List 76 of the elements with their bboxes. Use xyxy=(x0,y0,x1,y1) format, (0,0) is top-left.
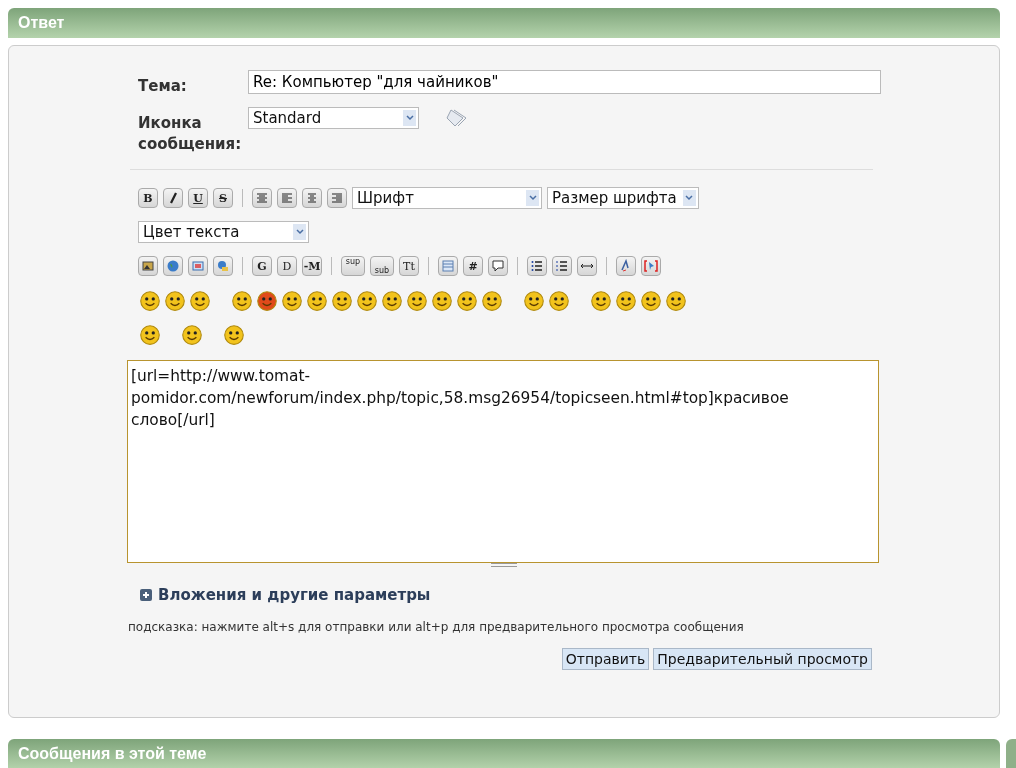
smiley-icon[interactable] xyxy=(405,288,429,312)
globe-icon xyxy=(166,259,180,273)
right-button[interactable] xyxy=(327,188,347,208)
smiley-icon[interactable] xyxy=(522,288,546,312)
olist-button[interactable] xyxy=(552,256,572,276)
smiley-icon[interactable] xyxy=(188,288,212,312)
expand-icon[interactable] xyxy=(140,589,152,601)
smiley-icon[interactable] xyxy=(589,288,613,312)
message-field[interactable]: [url=http://www.tomat-pomidor.com/newforum/index.php/topic,58.msg26954/topicseen.html#top]красивое слово[/url] xyxy=(127,360,879,563)
send-button[interactable]: Отправить xyxy=(561,648,650,670)
font-size-select[interactable]: Размер шрифта xyxy=(547,187,699,209)
diamond-icon xyxy=(445,107,467,129)
table-icon xyxy=(441,259,455,273)
font-select[interactable]: Шрифт xyxy=(352,187,542,209)
section-title: Ответ xyxy=(18,14,65,32)
quote-icon xyxy=(491,259,505,273)
message-icon-label: Иконка сообщения: xyxy=(138,113,243,155)
smiley-icon[interactable] xyxy=(614,288,638,312)
right-icon xyxy=(330,191,344,205)
center-icon xyxy=(305,191,319,205)
subject-field[interactable]: Re: Компьютер "для чайников" xyxy=(248,70,881,94)
format-button[interactable]: -M xyxy=(302,256,322,276)
smiley-icon[interactable] xyxy=(138,288,162,312)
table-button[interactable] xyxy=(438,256,458,276)
message-icon-select[interactable]: Standard xyxy=(248,107,419,129)
smiley-icon[interactable] xyxy=(547,288,571,312)
center-button[interactable] xyxy=(302,188,322,208)
list-button[interactable] xyxy=(527,256,547,276)
smiley-icon[interactable] xyxy=(664,288,688,312)
hr-button[interactable] xyxy=(577,256,597,276)
ftp-button[interactable] xyxy=(213,256,233,276)
smiley-icon[interactable] xyxy=(639,288,663,312)
smiley-icon[interactable] xyxy=(180,322,204,346)
hint-text: подсказка: нажмите alt+s для отправки или alt+p для предварительного просмотра сообщения xyxy=(128,620,745,634)
list-icon xyxy=(530,259,544,273)
format-button[interactable]: B xyxy=(138,188,158,208)
format-button[interactable]: sup xyxy=(341,256,365,276)
italic-button[interactable] xyxy=(163,188,183,208)
left-icon xyxy=(280,191,294,205)
swap-button[interactable] xyxy=(188,256,208,276)
format-button[interactable]: U xyxy=(188,188,208,208)
smiley-icon[interactable] xyxy=(430,288,454,312)
section-header xyxy=(1006,739,1016,768)
smiley-icon[interactable] xyxy=(280,288,304,312)
format-button[interactable]: # xyxy=(463,256,483,276)
attachments-link[interactable]: Вложения и другие параметры xyxy=(158,586,431,604)
smiley-icon[interactable] xyxy=(163,288,187,312)
format-button[interactable]: Tt xyxy=(399,256,419,276)
smiley-icon[interactable] xyxy=(138,322,162,346)
olist-icon xyxy=(555,259,569,273)
format-button[interactable]: sub xyxy=(370,256,394,276)
smiley-icon[interactable] xyxy=(230,288,254,312)
fontface-button[interactable] xyxy=(616,256,636,276)
smiley-icon[interactable] xyxy=(222,322,246,346)
section-title: Сообщения в этой теме xyxy=(18,745,207,763)
smiley-icon[interactable] xyxy=(455,288,479,312)
smiley-icon[interactable] xyxy=(355,288,379,312)
smiley-icon[interactable] xyxy=(380,288,404,312)
smiley-icon[interactable] xyxy=(255,288,279,312)
resize-handle[interactable] xyxy=(491,563,517,567)
shadow-button[interactable] xyxy=(252,188,272,208)
clear-button[interactable] xyxy=(641,256,661,276)
smiley-icon[interactable] xyxy=(330,288,354,312)
image-button[interactable] xyxy=(138,256,158,276)
subject-label: Тема: xyxy=(138,76,188,97)
preview-button[interactable]: Предварительный просмотр xyxy=(653,648,872,670)
smiley-icon[interactable] xyxy=(305,288,329,312)
format-button[interactable]: G xyxy=(252,256,272,276)
globe-button[interactable] xyxy=(163,256,183,276)
format-button[interactable]: D xyxy=(277,256,297,276)
smiley-icon[interactable] xyxy=(480,288,504,312)
text-color-select[interactable]: Цвет текста xyxy=(138,221,309,243)
left-button[interactable] xyxy=(277,188,297,208)
quote-button[interactable] xyxy=(488,256,508,276)
format-button[interactable]: S xyxy=(213,188,233,208)
image-icon xyxy=(141,259,155,273)
